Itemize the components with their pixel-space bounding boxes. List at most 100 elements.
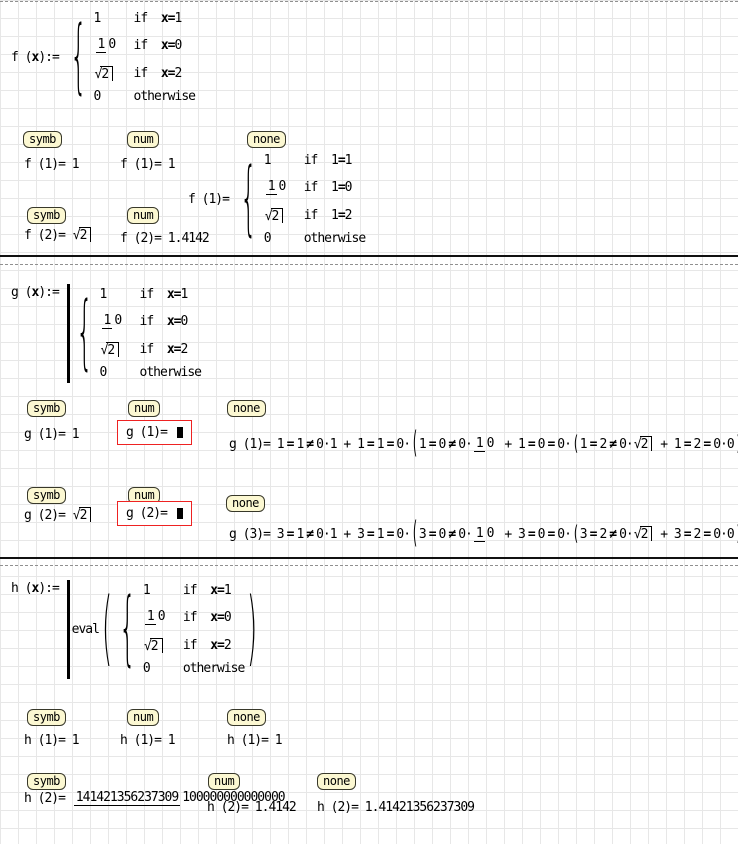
piecewise-row: 10if 1=0 — [264, 171, 365, 203]
tag-symb[interactable]: symb — [27, 207, 66, 224]
tag-none[interactable]: none — [226, 495, 265, 512]
g-def-lhs: g (x):= — [11, 285, 66, 300]
tag-symb[interactable]: symb — [27, 709, 66, 726]
tag-num[interactable]: num — [208, 773, 240, 790]
case-value: √2 — [94, 66, 134, 82]
g-definition[interactable]: g (x):= { 1if x=1 10if x=0 √2if x=2 0oth… — [11, 284, 201, 383]
piecewise-row: 0otherwise — [100, 362, 201, 383]
left-paren-icon: ( — [102, 582, 112, 677]
f1-none-result[interactable]: f (1)= { 1if 1=1 10if 1=0 √2if 1=2 0othe… — [188, 150, 365, 249]
f-def-lhs: f (x):= — [11, 50, 66, 65]
tag-none[interactable]: none — [227, 400, 266, 417]
h-def-lhs: h (x):= — [11, 581, 66, 596]
piecewise-row: 0otherwise — [264, 228, 365, 249]
section-divider-line — [0, 255, 738, 257]
case-condition: if x=0 — [140, 314, 188, 329]
left-curly-brace-icon: { — [70, 10, 86, 105]
page-break-dashed-line — [0, 565, 738, 566]
case-value: 10 — [100, 313, 140, 329]
tag-num[interactable]: num — [127, 207, 159, 224]
case-condition: if x=2 — [140, 342, 188, 357]
case-value: 0 — [143, 661, 183, 676]
case-condition: if x=1 — [183, 583, 231, 598]
case-value: 0 — [100, 365, 140, 380]
case-condition: otherwise — [183, 661, 244, 676]
g2-symb-result[interactable]: g (2)= √2 — [24, 507, 92, 523]
piecewise-row: 1if x=1 — [100, 284, 201, 305]
case-condition: otherwise — [134, 89, 195, 104]
tag-symb[interactable]: symb — [23, 131, 62, 148]
f2-symb-result[interactable]: f (2)= √2 — [24, 227, 92, 243]
h1-none-result[interactable]: h (1)= 1 — [227, 733, 282, 748]
line-operator-bar — [67, 284, 70, 383]
case-condition: if x=1 — [134, 11, 182, 26]
tag-symb[interactable]: symb — [27, 487, 66, 504]
case-value: 1 — [94, 11, 134, 26]
piecewise-row: 1if x=1 — [143, 580, 244, 601]
f1-symb-result[interactable]: f (1)= 1 — [24, 157, 79, 172]
h-piecewise-rows: 1if x=1 10if x=0 √2if x=2 0otherwise — [143, 580, 244, 679]
tag-symb[interactable]: symb — [27, 400, 66, 417]
piecewise-row: 10if x=0 — [94, 29, 195, 61]
section-divider-line — [0, 557, 738, 559]
f1-none-piecewise-rows: 1if 1=1 10if 1=0 √2if 1=2 0otherwise — [264, 150, 365, 249]
piecewise-row: 1if 1=1 — [264, 150, 365, 171]
g1-num-error-expr: g (1)= — [126, 425, 183, 440]
h1-symb-result[interactable]: h (1)= 1 — [24, 733, 79, 748]
piecewise-row: √2if 1=2 — [264, 203, 365, 228]
tag-none[interactable]: none — [247, 131, 286, 148]
case-condition: otherwise — [304, 231, 365, 246]
f-definition[interactable]: f (x):= { 1if x=1 10if x=0 √2if x=2 0oth… — [11, 8, 195, 107]
page-break-dashed-line — [0, 1, 738, 2]
f1-num-result[interactable]: f (1)= 1 — [120, 157, 175, 172]
tag-none[interactable]: none — [317, 773, 356, 790]
piecewise-row: 0otherwise — [143, 658, 244, 679]
left-curly-brace-icon: { — [76, 286, 92, 381]
g-piecewise-rows: 1if x=1 10if x=0 √2if x=2 0otherwise — [100, 284, 201, 383]
line-operator-bar — [67, 580, 70, 679]
g1-none-result[interactable]: g (1)= 1=1≠0·1 + 1=1=0·(1=0≠0·10 + 1=0=0… — [229, 424, 738, 464]
piecewise-row: √2if x=2 — [143, 633, 244, 658]
f2-num-result[interactable]: f (2)= 1.4142 — [120, 231, 209, 246]
h-eval-group: eval ( { 1if x=1 10if x=0 √2if x=2 0othe… — [72, 580, 261, 679]
g1-num-error-box[interactable]: g (1)= — [117, 420, 192, 445]
h1-num-result[interactable]: h (1)= 1 — [120, 733, 175, 748]
f1-none-lhs: f (1)= — [188, 192, 236, 207]
g3-none-result[interactable]: g (3)= 3=1≠0·1 + 3=1=0·(3=0≠0·10 + 3=0=0… — [229, 514, 738, 554]
tag-num[interactable]: num — [127, 131, 159, 148]
piecewise-row: 10if x=0 — [143, 601, 244, 633]
case-value: 1 — [143, 583, 183, 598]
h-definition[interactable]: h (x):= eval ( { 1if x=1 10if x=0 √2if x… — [11, 580, 260, 679]
f-piecewise-rows: 1if x=1 10if x=0 √2if x=2 0otherwise — [94, 8, 195, 107]
case-condition: if 1=0 — [304, 180, 352, 195]
piecewise-row: √2if x=2 — [94, 61, 195, 86]
h2-none-result[interactable]: h (2)= 1.41421356237309 — [317, 800, 474, 815]
case-condition: if x=0 — [183, 610, 231, 625]
case-value: 0 — [94, 89, 134, 104]
g2-num-error-box[interactable]: g (2)= — [117, 501, 192, 526]
case-condition: if 1=2 — [304, 208, 352, 223]
tag-none[interactable]: none — [227, 709, 266, 726]
case-condition: otherwise — [140, 365, 201, 380]
piecewise-row: 1if x=1 — [94, 8, 195, 29]
case-value: √2 — [100, 342, 140, 358]
case-value: 0 — [264, 231, 304, 246]
eval-function-name: eval — [72, 622, 99, 637]
case-value: √2 — [264, 208, 304, 224]
tag-symb[interactable]: symb — [27, 773, 66, 790]
case-value: 1 — [264, 153, 304, 168]
tag-num[interactable]: num — [127, 709, 159, 726]
right-paren-icon: ) — [247, 582, 257, 677]
worksheet-grid — [0, 0, 738, 844]
case-value: 10 — [94, 37, 134, 53]
case-value: √2 — [143, 638, 183, 654]
g1-symb-result[interactable]: g (1)= 1 — [24, 427, 79, 442]
left-curly-brace-icon: { — [240, 152, 256, 247]
page-break-dashed-line — [0, 264, 738, 265]
piecewise-row: √2if x=2 — [100, 337, 201, 362]
case-condition: if x=1 — [140, 287, 188, 302]
g2-num-error-expr: g (2)= — [126, 506, 183, 521]
case-condition: if x=2 — [134, 66, 182, 81]
h2-num-result[interactable]: h (2)= 1.4142 — [207, 800, 296, 815]
tag-num[interactable]: num — [128, 400, 160, 417]
